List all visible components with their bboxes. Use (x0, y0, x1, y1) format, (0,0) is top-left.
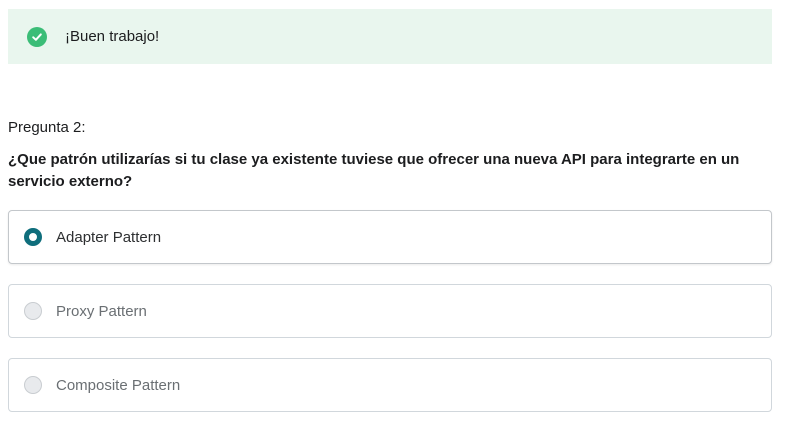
success-message: ¡Buen trabajo! (65, 28, 160, 45)
answer-label: Composite Pattern (56, 376, 181, 394)
question-text: ¿Que patrón utilizarías si tu clase ya e… (8, 151, 740, 190)
check-circle-icon (27, 26, 47, 47)
answer-option-adapter[interactable]: Adapter Pattern (8, 210, 772, 264)
question-number: Pregunta 2: (8, 119, 86, 136)
answer-label: Adapter Pattern (56, 228, 162, 246)
answer-option-composite[interactable]: Composite Pattern (8, 358, 772, 412)
answer-label: Proxy Pattern (56, 302, 147, 320)
radio-button[interactable] (24, 302, 42, 320)
radio-button[interactable] (24, 376, 42, 394)
answer-option-proxy[interactable]: Proxy Pattern (8, 284, 772, 338)
success-alert: ¡Buen trabajo! (8, 9, 772, 64)
radio-button-selected[interactable] (24, 228, 42, 246)
